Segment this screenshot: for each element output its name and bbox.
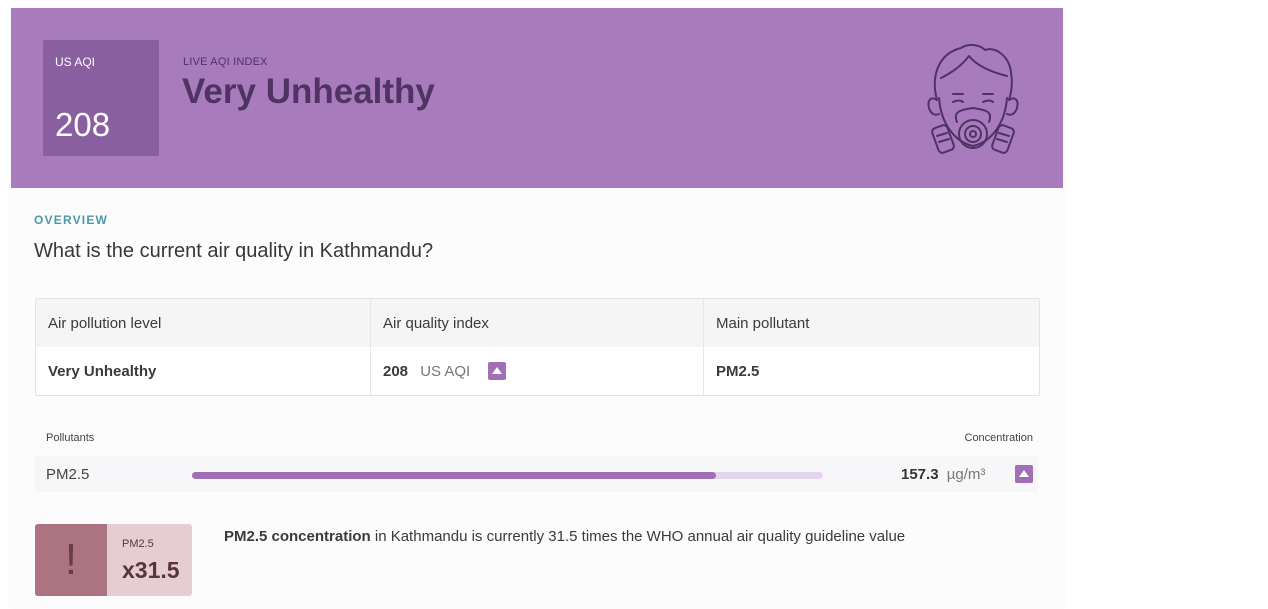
aqi-card: US AQI 208 LIVE AQI INDEX Very Unhealthy… xyxy=(11,8,1063,609)
concentration-unit: µg/m³ xyxy=(946,466,986,483)
aqi-badge-label: US AQI xyxy=(55,55,96,69)
pollutant-level-fill xyxy=(192,472,716,479)
aqi-summary-table: Air pollution level Air quality index Ma… xyxy=(35,298,1040,396)
aqi-value: 208 xyxy=(383,363,409,380)
pollutant-concentration: 157.3 µg/m³ xyxy=(901,466,985,483)
aqi-unit: US AQI xyxy=(420,363,471,380)
table-divider xyxy=(370,299,371,395)
pollutants-header: Pollutants xyxy=(46,432,95,444)
table-header-row: Air pollution level Air quality index Ma… xyxy=(36,299,1039,347)
header-pollution-level: Air pollution level xyxy=(48,315,162,332)
who-multiplier-value: x31.5 xyxy=(122,557,180,583)
expand-triangle-icon[interactable] xyxy=(1015,465,1033,483)
aqi-value-cell: 208 US AQI xyxy=(383,361,507,380)
gas-mask-icon xyxy=(927,43,1019,154)
pollutant-row[interactable]: PM2.5 157.3 µg/m³ xyxy=(35,456,1038,492)
table-divider xyxy=(703,299,704,395)
who-text-rest: in Kathmandu is currently 31.5 times the… xyxy=(370,528,906,545)
pollutant-name: PM2.5 xyxy=(46,466,90,483)
who-text-bold: PM2.5 concentration xyxy=(224,528,371,545)
header-air-quality-index: Air quality index xyxy=(383,315,489,332)
concentration-value: 157.3 xyxy=(901,466,939,483)
main-pollutant-value: PM2.5 xyxy=(716,363,760,380)
aqi-banner: US AQI 208 LIVE AQI INDEX Very Unhealthy xyxy=(11,8,1063,188)
expand-triangle-icon[interactable] xyxy=(488,361,507,380)
aqi-badge-value: 208 xyxy=(55,106,111,143)
concentration-header: Concentration xyxy=(964,432,1034,444)
pollution-level-value: Very Unhealthy xyxy=(48,363,157,380)
exclamation-icon: ! xyxy=(35,524,107,596)
live-aqi-label: LIVE AQI INDEX xyxy=(183,56,268,68)
pollutant-level-bar xyxy=(192,472,823,479)
overview-question: What is the current air quality in Kathm… xyxy=(34,240,434,262)
aqi-badge: US AQI 208 xyxy=(43,40,159,156)
aqi-status-title: Very Unhealthy xyxy=(182,72,435,111)
who-pollutant-label: PM2.5 xyxy=(122,538,154,550)
header-main-pollutant: Main pollutant xyxy=(716,315,810,332)
overview-label: OVERVIEW xyxy=(34,213,109,227)
who-guideline-badge: ! PM2.5 x31.5 xyxy=(35,524,192,596)
who-guideline-text: PM2.5 concentration in Kathmandu is curr… xyxy=(224,528,905,545)
